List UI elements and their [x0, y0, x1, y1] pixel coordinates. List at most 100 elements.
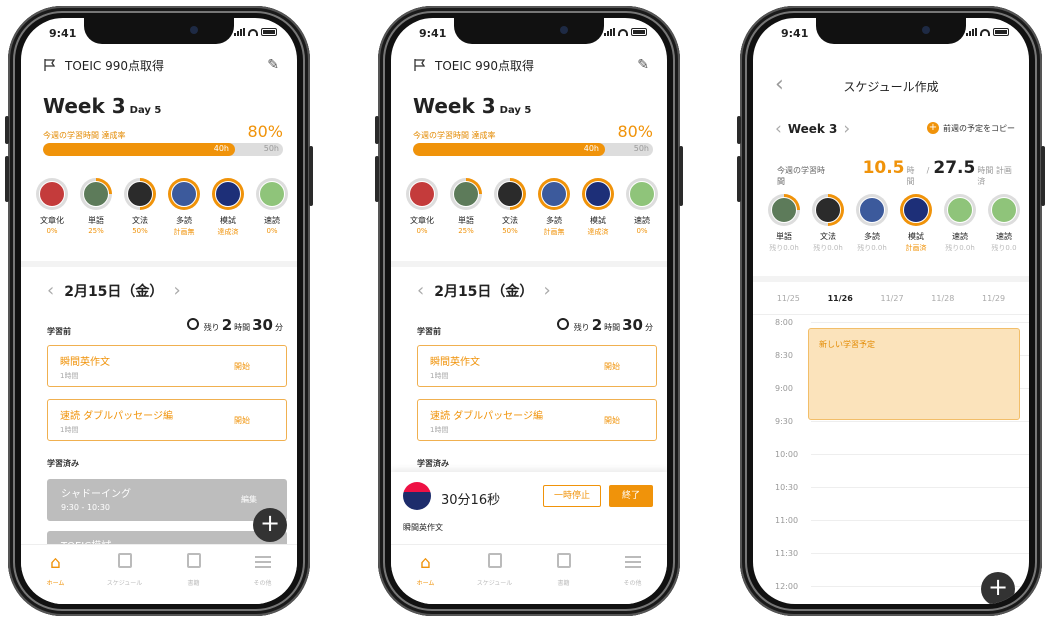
task-card[interactable]: 瞬間英作文 1時間 開始 [417, 345, 657, 387]
status-time: 9:41 [49, 27, 77, 40]
task-card[interactable]: 瞬間英作文 1時間 開始 [47, 345, 287, 387]
book-progress-ring [582, 178, 614, 210]
status-time: 9:41 [781, 27, 809, 40]
tab-home[interactable]: ⌂ ホーム [31, 553, 81, 604]
book-cover-icon [127, 181, 153, 207]
book-item[interactable]: 単語 25% [77, 178, 115, 237]
book-cover-icon [259, 181, 285, 207]
book-status: 達成済 [217, 228, 239, 236]
week-heading: Week 3 Day 5 [43, 94, 162, 118]
book-progress-ring [900, 194, 932, 226]
day-tab[interactable]: 11/26 [828, 294, 853, 303]
prev-day-icon[interactable]: ‹ [417, 280, 424, 301]
book-icon [186, 553, 201, 568]
day-tab[interactable]: 11/28 [931, 294, 954, 303]
week-heading: Week 3 Day 5 [413, 94, 532, 118]
add-button[interactable]: + [981, 572, 1015, 604]
pause-button[interactable]: 一時停止 [543, 485, 601, 507]
book-item[interactable]: 文法 50% [121, 178, 159, 237]
tab-schedule[interactable]: スケジュール [470, 553, 520, 604]
book-cover-icon [453, 181, 479, 207]
bar-total: 50h [633, 144, 649, 153]
add-button[interactable]: + [253, 508, 287, 542]
calendar-icon [117, 553, 132, 568]
book-item[interactable]: 速読 0% [253, 178, 291, 237]
clock-icon [186, 318, 199, 330]
remaining-time: 残り 2 時間 30 分 [186, 316, 283, 334]
start-button[interactable]: 開始 [234, 361, 250, 372]
goal-header: TOEIC 990点取得 ✎ [413, 52, 649, 78]
book-name: 速読 [264, 216, 280, 225]
rate-label: 今週の学習時間 達成率 [413, 131, 496, 140]
start-button[interactable]: 開始 [604, 361, 620, 372]
start-button[interactable]: 開始 [604, 415, 620, 426]
tab-other[interactable]: その他 [608, 553, 658, 604]
book-item[interactable]: 模試 計画済 [897, 194, 935, 253]
tab-books[interactable]: 書籍 [169, 553, 219, 604]
book-name: 模試 [590, 216, 606, 225]
time-label: 8:00 [775, 318, 793, 327]
tab-home[interactable]: ⌂ ホーム [401, 553, 451, 604]
book-name: 多読 [864, 232, 880, 241]
copy-last-week-button[interactable]: + 前週の予定をコピー [927, 122, 1015, 134]
day-tab[interactable]: 11/29 [982, 294, 1005, 303]
tab-books[interactable]: 書籍 [539, 553, 589, 604]
elapsed-time: 30分16秒 [441, 493, 501, 508]
book-status: 50% [132, 227, 148, 235]
book-name: 文法 [132, 216, 148, 225]
book-item[interactable]: 速読 0% [623, 178, 661, 237]
task-card[interactable]: 速読 ダブルパッセージ編 1時間 開始 [417, 399, 657, 441]
book-cover-icon [991, 197, 1017, 223]
book-item[interactable]: 単語 残り0.0h [765, 194, 803, 253]
signal-icon [234, 28, 245, 36]
book-progress-ring [80, 178, 112, 210]
book-item[interactable]: 速読 残り0.0 [985, 194, 1023, 253]
day-tab[interactable]: 11/27 [881, 294, 904, 303]
book-cover-icon [771, 197, 797, 223]
next-week-icon[interactable]: › [843, 119, 850, 139]
day-tab[interactable]: 11/25 [777, 294, 800, 303]
edit-icon[interactable]: ✎ [637, 57, 649, 73]
book-item[interactable]: 多読 残り0.0h [853, 194, 891, 253]
bar-done: 40h [583, 144, 599, 153]
book-item[interactable]: 文法 残り0.0h [809, 194, 847, 253]
book-status: 計画無 [173, 228, 195, 236]
book-cover-icon [815, 197, 841, 223]
book-item[interactable]: 速読 残り0.0h [941, 194, 979, 253]
prev-week-icon[interactable]: ‹ [775, 119, 782, 139]
book-name: 模試 [908, 232, 924, 241]
next-day-icon[interactable]: › [173, 280, 180, 301]
book-name: 速読 [952, 232, 968, 241]
tab-other[interactable]: その他 [238, 553, 288, 604]
status-bar: 9:41 [391, 18, 667, 44]
book-item[interactable]: 文法 50% [491, 178, 529, 237]
done-task-card[interactable]: シャドーイング 9:30 - 10:30 編集 [47, 479, 287, 521]
task-card[interactable]: 速読 ダブルパッセージ編 1時間 開始 [47, 399, 287, 441]
book-name: 単語 [458, 216, 474, 225]
book-item[interactable]: 模試 達成済 [209, 178, 247, 237]
schedule-title: スケジュール作成 [843, 80, 939, 94]
status-time: 9:41 [419, 27, 447, 40]
prev-day-icon[interactable]: ‹ [47, 280, 54, 301]
next-day-icon[interactable]: › [543, 280, 550, 301]
edit-button[interactable]: 編集 [241, 494, 257, 505]
battery-icon [993, 28, 1009, 36]
book-item[interactable]: 多読 計画無 [535, 178, 573, 237]
tab-schedule[interactable]: スケジュール [100, 553, 150, 604]
goal-title: TOEIC 990点取得 [65, 58, 164, 73]
book-item[interactable]: 多読 計画無 [165, 178, 203, 237]
book-item[interactable]: 模試 達成済 [579, 178, 617, 237]
book-status: 50% [502, 227, 518, 235]
menu-icon [624, 556, 641, 568]
edit-icon[interactable]: ✎ [267, 57, 279, 73]
date-nav: ‹ 2月15日（金） › [47, 280, 181, 301]
end-button[interactable]: 終了 [609, 485, 653, 507]
start-button[interactable]: 開始 [234, 415, 250, 426]
book-item[interactable]: 単語 25% [447, 178, 485, 237]
new-study-plan-event[interactable]: 新しい学習予定 [808, 328, 1020, 420]
book-item[interactable]: 文章化 0% [33, 178, 71, 237]
book-item[interactable]: 文章化 0% [403, 178, 441, 237]
book-status: 25% [88, 227, 104, 235]
book-progress-ring [768, 194, 800, 226]
book-cover-icon [39, 181, 65, 207]
